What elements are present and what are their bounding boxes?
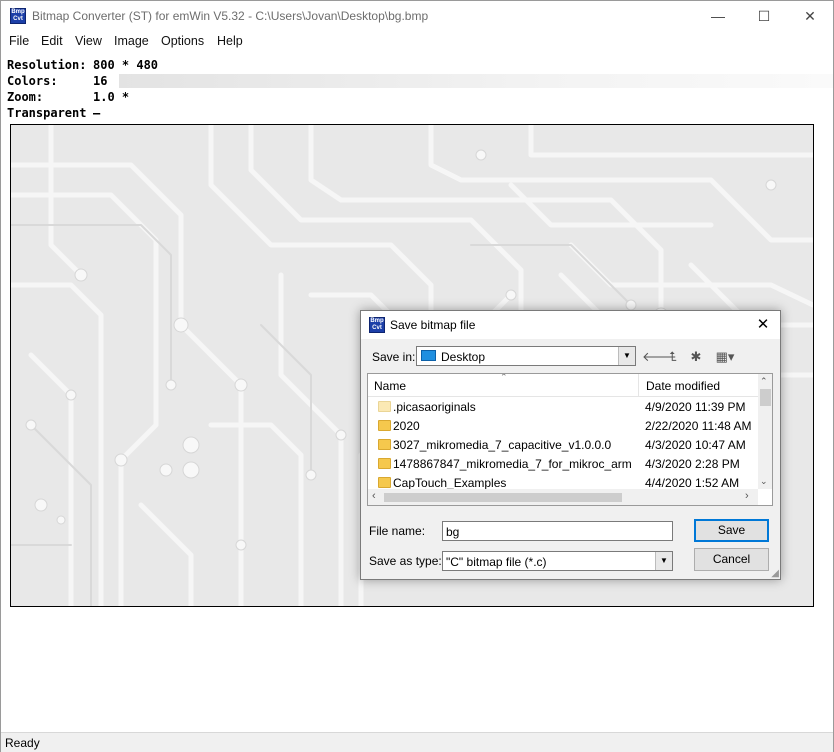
list-item[interactable]: .picasaoriginals 4/9/2020 11:39 PM (368, 398, 758, 417)
scroll-right-icon[interactable]: › (745, 490, 749, 502)
menu-help[interactable]: Help (217, 34, 243, 48)
colors-label: Colors: (7, 74, 58, 88)
file-name: .picasaoriginals (393, 400, 476, 414)
new-folder-icon[interactable]: ✱ (687, 349, 705, 365)
save-in-dropdown[interactable]: Desktop ▼ (416, 346, 636, 366)
status-bar: Ready (1, 732, 833, 752)
resize-grip-icon[interactable]: ◢ (771, 568, 779, 579)
title-bar[interactable]: Bmp Cvt Bitmap Converter (ST) for emWin … (1, 1, 833, 31)
menu-bar: File Edit View Image Options Help (1, 31, 833, 51)
dialog-title-bar[interactable]: Bmp Cvt Save bitmap file ✕ (361, 311, 780, 339)
file-date: 4/4/2020 1:52 AM (645, 476, 740, 490)
up-folder-icon[interactable]: ⮤ (664, 349, 682, 365)
save-in-label: Save in: (372, 350, 416, 364)
resolution-value: 800 * 480 (93, 58, 159, 72)
menu-view[interactable]: View (75, 34, 102, 48)
folder-icon (378, 401, 391, 412)
status-text: Ready (5, 736, 40, 750)
file-date: 2/22/2020 11:48 AM (645, 419, 752, 433)
transparent-label: Transparent (7, 106, 87, 120)
folder-icon (378, 420, 391, 431)
dialog-close-button[interactable]: ✕ (752, 314, 774, 336)
save-in-value: Desktop (441, 350, 486, 364)
desktop-icon (421, 350, 436, 361)
vertical-scrollbar[interactable]: ⌃ ⌄ (758, 374, 772, 489)
zoom-label: Zoom: (7, 90, 44, 104)
folder-icon (378, 439, 391, 450)
menu-options[interactable]: Options (161, 34, 204, 48)
column-name[interactable]: Name (374, 379, 406, 393)
folder-icon (378, 477, 391, 488)
file-name-value: bg (446, 525, 460, 539)
scroll-left-icon[interactable]: ‹ (372, 490, 376, 502)
list-header: Name ⌃ Date modified (368, 374, 758, 397)
app-icon: Bmp Cvt (10, 8, 26, 24)
list-item[interactable]: 2020 2/22/2020 11:48 AM (368, 417, 758, 436)
color-palette-bar (119, 74, 833, 88)
scroll-up-icon[interactable]: ⌃ (760, 376, 768, 387)
file-name-input[interactable]: bg (442, 521, 673, 541)
chevron-down-icon[interactable]: ▼ (655, 552, 672, 570)
close-button[interactable]: ✕ (787, 1, 833, 31)
file-date: 4/3/2020 2:28 PM (645, 457, 740, 471)
save-bitmap-dialog: Bmp Cvt Save bitmap file ✕ Save in: Desk… (360, 310, 781, 580)
sort-up-icon: ⌃ (500, 373, 508, 382)
file-date: 4/9/2020 11:39 PM (645, 400, 746, 414)
folder-icon (378, 458, 391, 469)
save-button[interactable]: Save (694, 519, 769, 542)
menu-image[interactable]: Image (114, 34, 149, 48)
resolution-label: Resolution: (7, 58, 87, 72)
list-item[interactable]: 3027_mikromedia_7_capacitive_v1.0.0.0 4/… (368, 436, 758, 455)
colors-value: 16 (93, 74, 108, 88)
window-title: Bitmap Converter (ST) for emWin V5.32 - … (32, 9, 429, 23)
save-type-value: "C" bitmap file (*.c) (446, 555, 547, 569)
cancel-button[interactable]: Cancel (694, 548, 769, 571)
file-name: CapTouch_Examples (393, 476, 507, 490)
horizontal-scrollbar[interactable]: ‹ › (368, 489, 758, 505)
file-name: 3027_mikromedia_7_capacitive_v1.0.0.0 (393, 438, 612, 452)
colors-row: Colors: 16 (7, 74, 107, 88)
file-name-label: File name: (369, 524, 426, 538)
chevron-down-icon[interactable]: ▼ (618, 347, 635, 365)
zoom-value: 1.0 * (93, 90, 130, 104)
scroll-down-icon[interactable]: ⌄ (760, 476, 768, 487)
file-list[interactable]: Name ⌃ Date modified .picasaoriginals 4/… (367, 373, 773, 506)
file-name: 2020 (393, 419, 420, 433)
transparent-row: Transparent — (7, 106, 100, 120)
zoom-row: Zoom: 1.0 * (7, 90, 129, 104)
file-name: 1478867847_mikromedia_7_for_mikroc_arm (393, 457, 632, 471)
hscroll-thumb[interactable] (384, 493, 622, 502)
view-menu-icon[interactable]: ▦▾ (711, 349, 739, 365)
minimize-button[interactable]: — (695, 1, 741, 31)
dialog-title: Save bitmap file (390, 318, 476, 332)
column-separator[interactable] (638, 374, 639, 396)
menu-file[interactable]: File (9, 34, 29, 48)
transparent-value: — (93, 106, 101, 120)
file-date: 4/3/2020 10:47 AM (645, 438, 746, 452)
save-type-dropdown[interactable]: "C" bitmap file (*.c) ▼ (442, 551, 673, 571)
maximize-button[interactable]: ☐ (741, 1, 787, 31)
save-type-label: Save as type: (369, 554, 442, 568)
back-icon[interactable]: 🡐 (642, 349, 677, 365)
scroll-thumb[interactable] (760, 389, 771, 406)
list-item[interactable]: 1478867847_mikromedia_7_for_mikroc_arm 4… (368, 455, 758, 474)
column-date-modified[interactable]: Date modified (646, 379, 720, 393)
dialog-app-icon: Bmp Cvt (369, 317, 385, 333)
resolution-row: Resolution: 800 * 480 (7, 58, 158, 72)
menu-edit[interactable]: Edit (41, 34, 63, 48)
